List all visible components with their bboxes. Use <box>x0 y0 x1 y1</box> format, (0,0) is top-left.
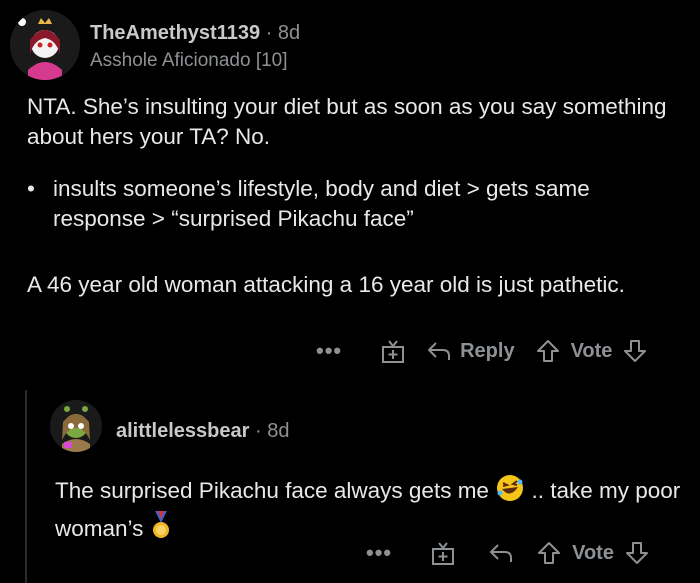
reply-actions: ••• Vote <box>366 540 670 566</box>
reply-button[interactable]: Reply <box>426 339 515 363</box>
award-button[interactable] <box>380 338 406 364</box>
downvote-button[interactable] <box>624 540 650 566</box>
downvote-arrow-icon <box>624 340 647 362</box>
gift-icon <box>382 340 405 363</box>
more-options-button[interactable]: ••• <box>316 338 342 364</box>
comment-meta: TheAmethyst1139 · 8d <box>90 22 300 45</box>
downvote-arrow-icon <box>625 542 648 564</box>
award-button[interactable] <box>430 540 456 566</box>
comment-age: 8d <box>277 22 301 44</box>
reply-arrow-icon <box>428 342 451 360</box>
more-options-button[interactable]: ••• <box>366 540 392 566</box>
user-avatar[interactable] <box>50 400 102 452</box>
reply-text-part: The surprised Pikachu face always gets m… <box>55 477 489 503</box>
downvote-button[interactable] <box>622 338 648 364</box>
comment-actions: ••• Reply Vote <box>316 338 668 364</box>
comment-paragraph: A 46 year old woman attacking a 16 year … <box>27 272 625 297</box>
reply-label: Reply <box>460 339 515 362</box>
reply-meta: alittlelessbear · 8d <box>116 420 289 443</box>
vote-label: Vote <box>572 541 614 564</box>
reply-body: The surprised Pikachu face always gets m… <box>55 473 685 549</box>
gift-icon <box>432 542 455 565</box>
separator-dot: · <box>265 22 273 44</box>
avatar-image-icon <box>10 10 80 80</box>
bullet-marker: • <box>27 176 35 201</box>
thread-line[interactable] <box>25 390 27 583</box>
upvote-arrow-icon <box>536 340 559 362</box>
bullet-item: insults someone’s lifestyle, body and di… <box>53 176 590 231</box>
medal-emoji-icon <box>150 511 172 549</box>
separator-dot: · <box>254 420 262 442</box>
reply-age: 8d <box>267 420 290 442</box>
user-avatar[interactable] <box>10 10 80 80</box>
vote-label: Vote <box>570 339 613 362</box>
avatar-image-icon <box>50 400 102 452</box>
user-flair: Asshole Aficionado [10] <box>90 50 288 71</box>
reply-button[interactable] <box>488 542 514 564</box>
comment-paragraph: NTA. She’s insulting your diet but as so… <box>27 94 667 149</box>
username[interactable]: alittlelessbear <box>116 420 249 442</box>
upvote-button[interactable] <box>536 540 562 566</box>
rofl-emoji-icon <box>495 473 525 511</box>
reply-arrow-icon <box>490 544 513 562</box>
username[interactable]: TheAmethyst1139 <box>90 22 260 44</box>
upvote-arrow-icon <box>538 542 561 564</box>
upvote-button[interactable] <box>535 338 561 364</box>
